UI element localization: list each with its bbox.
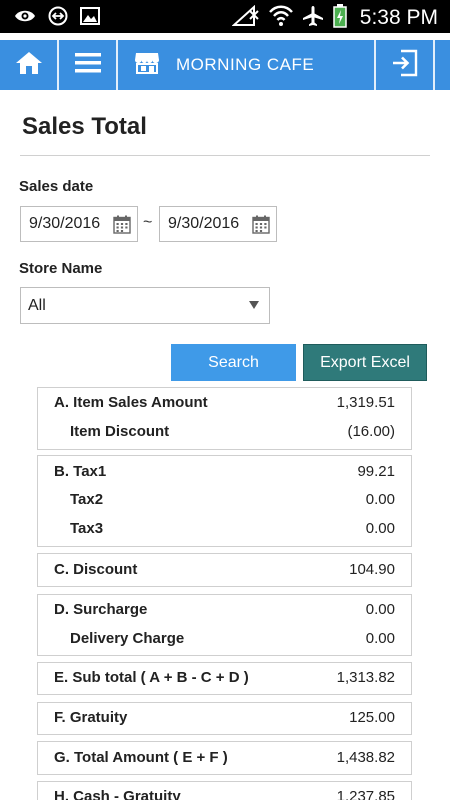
logout-button[interactable] <box>376 40 433 90</box>
summary-group-e: E. Sub total ( A + B - C + D ) 1,313.82 <box>37 662 412 695</box>
row-label: Item Discount <box>70 423 170 440</box>
row-value: 0.00 <box>365 601 395 618</box>
row-label: H. Cash - Gratuity <box>54 788 181 800</box>
row-label: A. Item Sales Amount <box>54 394 208 411</box>
row-value: 99.21 <box>357 463 395 480</box>
summary-row: F. Gratuity 125.00 <box>38 707 411 729</box>
menu-icon <box>74 52 101 78</box>
battery-icon <box>333 4 347 32</box>
summary-row: G. Total Amount ( E + F ) 1,438.82 <box>38 747 411 769</box>
row-label: Tax2 <box>70 491 104 508</box>
status-bar: 5:38 PM <box>0 0 450 33</box>
row-label: D. Surcharge <box>54 601 148 618</box>
row-value: 1,313.82 <box>336 669 395 686</box>
home-button[interactable] <box>0 40 57 90</box>
date-from-field[interactable]: 9/30/2016 <box>20 206 138 242</box>
summary-group-c: C. Discount 104.90 <box>37 553 412 587</box>
summary-group-a: A. Item Sales Amount 1,319.51 Item Disco… <box>37 387 412 450</box>
summary-row: E. Sub total ( A + B - C + D ) 1,313.82 <box>38 667 411 689</box>
image-icon <box>80 7 100 29</box>
calendar-icon[interactable] <box>113 215 131 239</box>
wifi-icon <box>268 5 293 31</box>
store-icon-wrap <box>130 40 164 90</box>
store-icon <box>134 51 160 79</box>
eye-icon <box>14 8 36 28</box>
row-label: E. Sub total ( A + B - C + D ) <box>54 669 249 686</box>
row-value: (16.00) <box>347 423 395 440</box>
airplane-icon <box>302 5 324 31</box>
cafe-name: MORNING CAFE <box>176 55 315 74</box>
summary-row: Tax2 0.00 <box>38 489 411 511</box>
row-label: G. Total Amount ( E + F ) <box>54 749 228 766</box>
date-to-field[interactable]: 9/30/2016 <box>159 206 277 242</box>
date-range-separator: ~ <box>143 214 153 231</box>
export-excel-button[interactable]: Export Excel <box>303 344 427 381</box>
app-bar: MORNING CAFE <box>0 40 450 90</box>
sales-date-label: Sales date <box>19 178 94 195</box>
link-icon <box>48 6 68 30</box>
page-title: Sales Total <box>22 113 147 140</box>
summary-group-b: B. Tax1 99.21 Tax2 0.00 Tax3 0.00 <box>37 455 412 547</box>
summary-group-h: H. Cash - Gratuity 1,237.85 <box>37 781 412 800</box>
store-name-label: Store Name <box>19 260 103 277</box>
store-select[interactable]: All <box>20 287 270 324</box>
summary-group-f: F. Gratuity 125.00 <box>37 702 412 735</box>
row-value: 125.00 <box>349 709 395 726</box>
store-select-value: All <box>28 297 46 314</box>
row-value: 1,237.85 <box>336 788 395 800</box>
logout-icon <box>392 49 418 81</box>
row-value: 0.00 <box>365 520 395 537</box>
home-icon <box>14 50 44 80</box>
title-divider <box>20 155 430 156</box>
menu-button[interactable] <box>59 40 116 90</box>
row-label: C. Discount <box>54 561 138 578</box>
summary-row: A. Item Sales Amount 1,319.51 <box>38 392 411 414</box>
status-time: 5:38 PM <box>359 6 438 29</box>
row-label: B. Tax1 <box>54 463 107 480</box>
summary-row: Delivery Charge 0.00 <box>38 628 411 650</box>
calendar-icon[interactable] <box>252 215 270 239</box>
row-value: 1,438.82 <box>336 749 395 766</box>
summary-row: Tax3 0.00 <box>38 518 411 540</box>
row-label: Delivery Charge <box>70 630 185 647</box>
date-to-value: 9/30/2016 <box>168 215 240 232</box>
row-label: F. Gratuity <box>54 709 128 726</box>
chevron-down-icon <box>249 301 259 309</box>
no-signal-icon <box>231 4 260 31</box>
date-from-value: 9/30/2016 <box>29 215 101 232</box>
summary-row: D. Surcharge 0.00 <box>38 599 411 621</box>
summary-row: Item Discount (16.00) <box>38 421 411 443</box>
row-value: 0.00 <box>365 491 395 508</box>
row-value: 1,319.51 <box>336 394 395 411</box>
summary-group-g: G. Total Amount ( E + F ) 1,438.82 <box>37 741 412 775</box>
row-value: 0.00 <box>365 630 395 647</box>
summary-row: C. Discount 104.90 <box>38 559 411 581</box>
summary-row: H. Cash - Gratuity 1,237.85 <box>38 786 411 800</box>
row-label: Tax3 <box>70 520 104 537</box>
summary-row: B. Tax1 99.21 <box>38 461 411 483</box>
row-value: 104.90 <box>349 561 395 578</box>
summary-group-d: D. Surcharge 0.00 Delivery Charge 0.00 <box>37 594 412 656</box>
search-button[interactable]: Search <box>171 344 296 381</box>
